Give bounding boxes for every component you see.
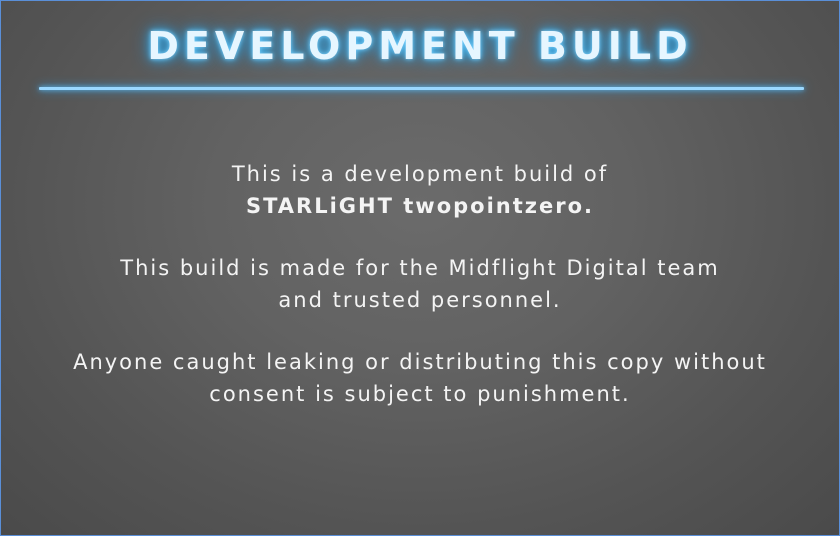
notice-paragraph-warning: Anyone caught leaking or distributing th…: [1, 346, 839, 410]
notice-paragraph-audience: This build is made for the Midflight Dig…: [1, 252, 839, 316]
dev-build-notice-panel: DEVELOPMENT BUILD This is a development …: [0, 0, 840, 536]
notice-title: DEVELOPMENT BUILD: [147, 24, 693, 68]
notice-line: and trusted personnel.: [278, 288, 562, 312]
notice-line: consent is subject to punishment.: [209, 382, 631, 406]
product-name: STARLiGHT twopointzero.: [245, 194, 594, 218]
notice-paragraph-build: This is a development build of STARLiGHT…: [1, 158, 839, 222]
notice-line: This build is made for the Midflight Dig…: [120, 256, 720, 280]
notice-line: This is a development build of: [231, 162, 609, 186]
notice-body: This is a development build of STARLiGHT…: [1, 158, 839, 440]
title-divider: [39, 87, 804, 90]
notice-line: Anyone caught leaking or distributing th…: [73, 350, 767, 374]
